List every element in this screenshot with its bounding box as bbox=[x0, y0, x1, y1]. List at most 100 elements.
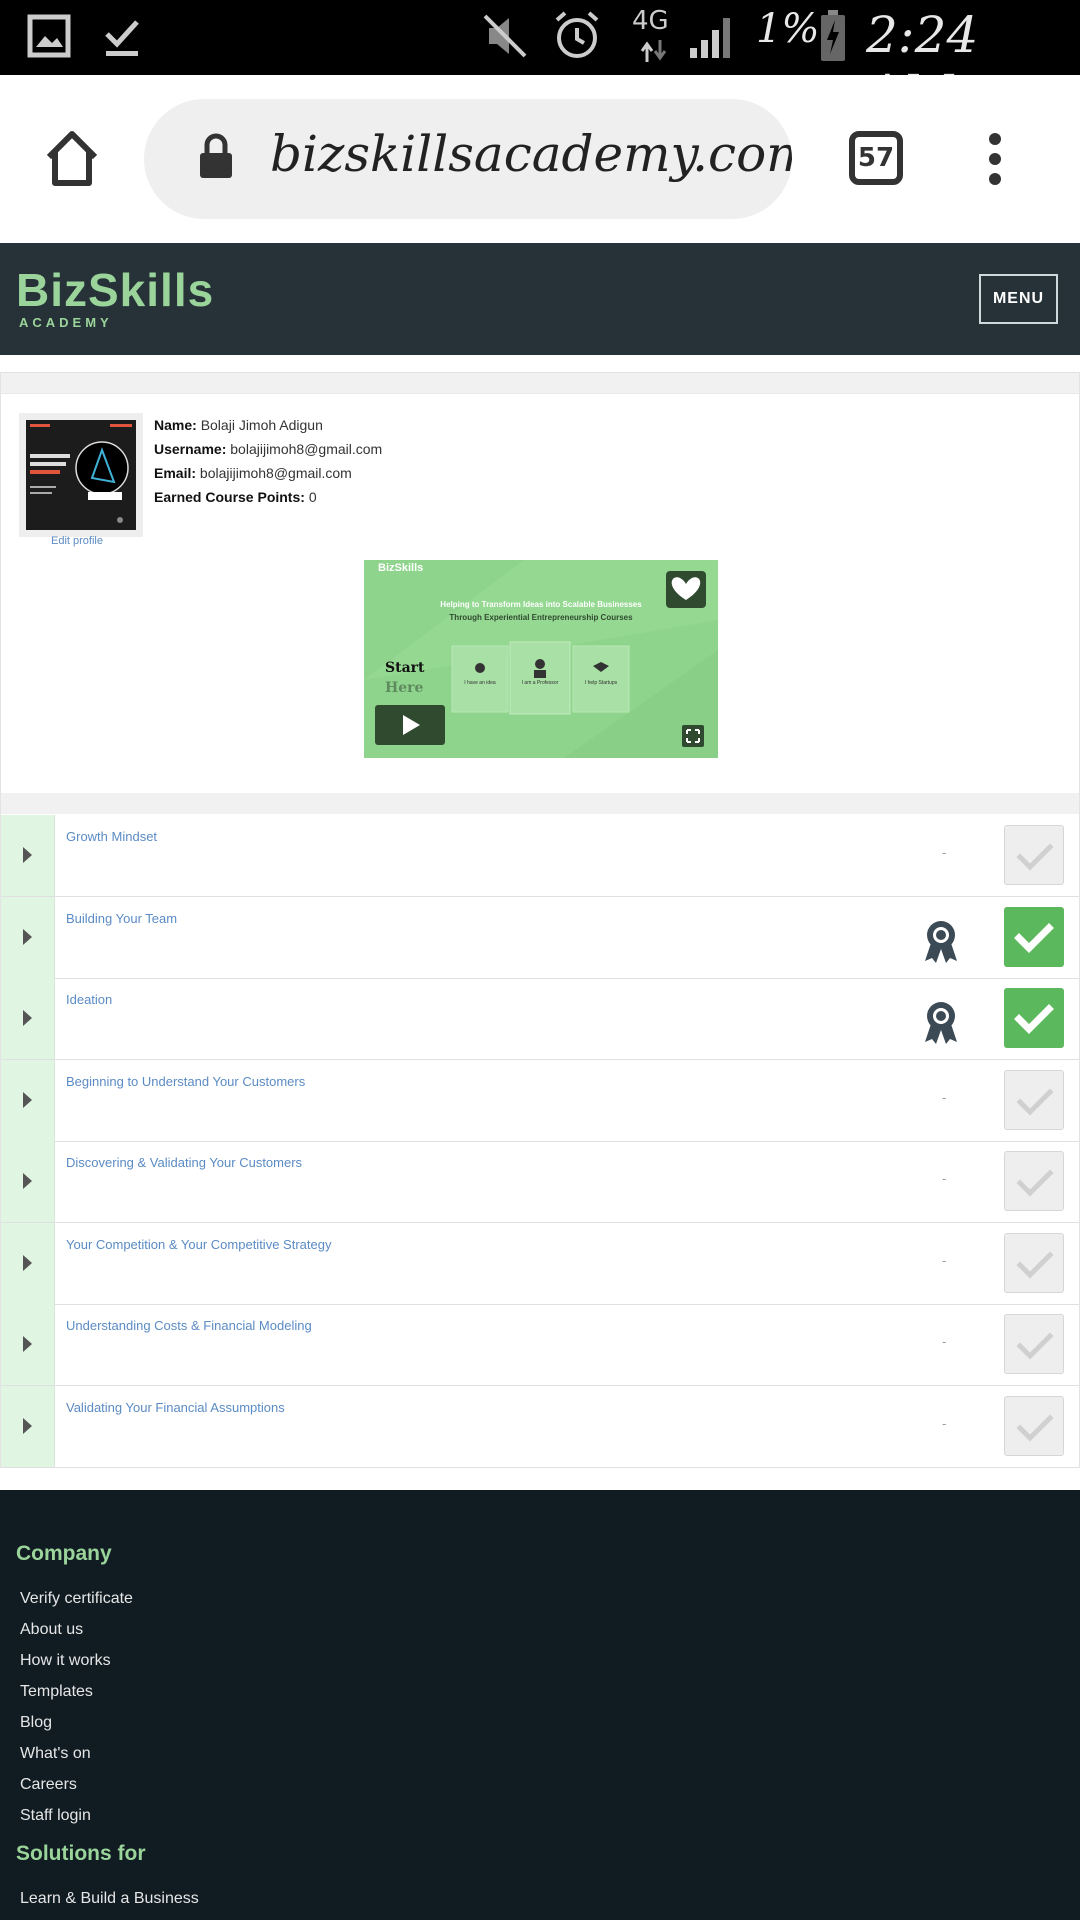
checkmark-icon bbox=[1016, 1169, 1054, 1197]
intro-video[interactable]: BizSkills Helping to Transform Ideas int… bbox=[364, 560, 718, 758]
points-label: Earned Course Points: bbox=[154, 489, 305, 505]
video-logo: BizSkills bbox=[378, 562, 424, 574]
course-title[interactable]: Your Competition & Your Competitive Stra… bbox=[66, 1237, 331, 1252]
avatar bbox=[19, 413, 143, 537]
checkmark-icon bbox=[1014, 1004, 1054, 1034]
expand-toggle[interactable] bbox=[1, 1304, 55, 1385]
address-bar[interactable]: bizskillsacademy.com/ bbox=[144, 99, 792, 219]
video-here: Here bbox=[385, 680, 424, 696]
avatar-image bbox=[26, 420, 136, 530]
expand-arrow-icon bbox=[23, 928, 32, 945]
expand-arrow-icon bbox=[23, 1010, 32, 1026]
card-top-bar bbox=[1, 373, 1079, 394]
expand-toggle[interactable] bbox=[1, 978, 55, 1059]
lock-icon bbox=[200, 133, 232, 178]
checkmark-icon bbox=[1016, 1250, 1054, 1279]
completion-checkbox[interactable] bbox=[1004, 1151, 1064, 1211]
award-ribbon-icon bbox=[925, 920, 957, 963]
video-card-1: I have an idea bbox=[464, 680, 496, 686]
tab-switcher-button[interactable]: 57 bbox=[849, 131, 903, 185]
course-row: Understanding Costs & Financial Modeling… bbox=[1, 1304, 1079, 1386]
name-value: Bolaji Jimoh Adigun bbox=[200, 417, 323, 433]
expand-toggle[interactable] bbox=[1, 1141, 55, 1222]
favorite-button[interactable] bbox=[666, 571, 706, 608]
footer-heading-company: Company bbox=[16, 1542, 112, 1565]
footer-link[interactable]: Learn & Build a Business bbox=[20, 1890, 199, 1908]
checkmark-icon bbox=[1016, 1087, 1054, 1116]
course-status: - bbox=[942, 1415, 947, 1431]
footer-heading-solutions: Solutions for bbox=[16, 1842, 146, 1865]
data-arrows-icon bbox=[640, 40, 667, 62]
profile-card: Edit profile Name: Bolaji Jimoh Adigun U… bbox=[0, 372, 1080, 1468]
site-logo[interactable]: BizSkills bbox=[16, 263, 214, 317]
footer-link[interactable]: About us bbox=[20, 1621, 83, 1639]
expand-toggle[interactable] bbox=[1, 1385, 55, 1467]
completion-checkbox[interactable] bbox=[1004, 988, 1064, 1048]
footer-link[interactable]: Templates bbox=[20, 1683, 93, 1701]
site-header: BizSkills ACADEMY MENU bbox=[0, 243, 1080, 355]
footer-link[interactable]: Verify certificate bbox=[20, 1590, 133, 1608]
overflow-menu-icon[interactable] bbox=[986, 132, 1004, 186]
course-status: - bbox=[942, 1252, 947, 1268]
expand-toggle[interactable] bbox=[1, 1222, 55, 1304]
expand-toggle[interactable] bbox=[1, 896, 55, 978]
video-headline-1: Helping to Transform Ideas into Scalable… bbox=[440, 600, 642, 609]
course-title[interactable]: Growth Mindset bbox=[66, 829, 157, 844]
checkmark-icon bbox=[1016, 1413, 1054, 1442]
expand-arrow-icon bbox=[23, 847, 32, 863]
checkmark-icon bbox=[1016, 843, 1054, 871]
completion-checkbox[interactable] bbox=[1004, 1314, 1064, 1374]
completion-checkbox[interactable] bbox=[1004, 906, 1064, 967]
course-row: Ideation bbox=[1, 978, 1079, 1060]
course-title[interactable]: Validating Your Financial Assumptions bbox=[66, 1400, 285, 1415]
home-icon[interactable] bbox=[44, 129, 100, 187]
expand-toggle[interactable] bbox=[1, 815, 55, 896]
expand-arrow-icon bbox=[23, 1336, 32, 1352]
award-ribbon-icon bbox=[925, 1002, 957, 1044]
footer-link[interactable]: Staff login bbox=[20, 1807, 91, 1825]
site-footer: Company Verify certificate About us How it… bbox=[0, 1490, 1080, 1920]
course-row: Validating Your Financial Assumptions - bbox=[1, 1385, 1079, 1468]
menu-button[interactable]: MENU bbox=[979, 274, 1058, 324]
fullscreen-button[interactable] bbox=[682, 725, 704, 747]
username-label: Username: bbox=[154, 441, 227, 457]
course-title[interactable]: Building Your Team bbox=[66, 911, 177, 926]
network-type: 4G bbox=[632, 6, 669, 36]
name-row: Name: Bolaji Jimoh Adigun bbox=[154, 413, 382, 437]
course-title[interactable]: Discovering & Validating Your Customers bbox=[66, 1155, 302, 1170]
signal-icon bbox=[690, 18, 730, 58]
expand-arrow-icon bbox=[23, 1091, 32, 1108]
completion-checkbox[interactable] bbox=[1004, 825, 1064, 885]
play-button[interactable] bbox=[375, 705, 445, 745]
completion-checkbox[interactable] bbox=[1004, 1232, 1064, 1293]
url-text: bizskillsacademy.com/ bbox=[270, 125, 792, 183]
course-title[interactable]: Beginning to Understand Your Customers bbox=[66, 1074, 305, 1089]
email-row: Email: bolajijimoh8@gmail.com bbox=[154, 461, 382, 485]
expand-toggle[interactable] bbox=[1, 1059, 55, 1141]
edit-profile-link[interactable]: Edit profile bbox=[51, 535, 103, 547]
avatar-artwork-icon bbox=[26, 420, 136, 530]
checkmark-icon bbox=[1014, 922, 1054, 953]
completion-checkbox[interactable] bbox=[1004, 1069, 1064, 1130]
expand-arrow-icon bbox=[23, 1417, 32, 1434]
course-title[interactable]: Ideation bbox=[66, 992, 112, 1007]
video-card-3: I help Startups bbox=[584, 680, 618, 686]
name-label: Name: bbox=[154, 417, 197, 433]
battery-percent: 1% bbox=[756, 6, 820, 52]
course-status: - bbox=[942, 1171, 947, 1186]
footer-link[interactable]: What's on bbox=[20, 1745, 91, 1763]
card-divider bbox=[1, 793, 1079, 814]
course-title[interactable]: Understanding Costs & Financial Modeling bbox=[66, 1318, 312, 1333]
footer-link[interactable]: How it works bbox=[20, 1652, 111, 1670]
points-row: Earned Course Points: 0 bbox=[154, 485, 382, 509]
footer-link[interactable]: Blog bbox=[20, 1714, 52, 1732]
completion-checkbox[interactable] bbox=[1004, 1395, 1064, 1456]
footer-link[interactable]: Careers bbox=[20, 1776, 77, 1794]
username-value: bolajijimoh8@gmail.com bbox=[230, 441, 383, 457]
course-status: - bbox=[942, 1334, 947, 1349]
video-card-2: I am a Professor bbox=[521, 680, 559, 686]
expand-arrow-icon bbox=[23, 1254, 32, 1271]
checkmark-icon bbox=[1016, 1332, 1054, 1360]
course-row: Building Your Team bbox=[1, 896, 1079, 979]
course-status: - bbox=[942, 845, 947, 860]
